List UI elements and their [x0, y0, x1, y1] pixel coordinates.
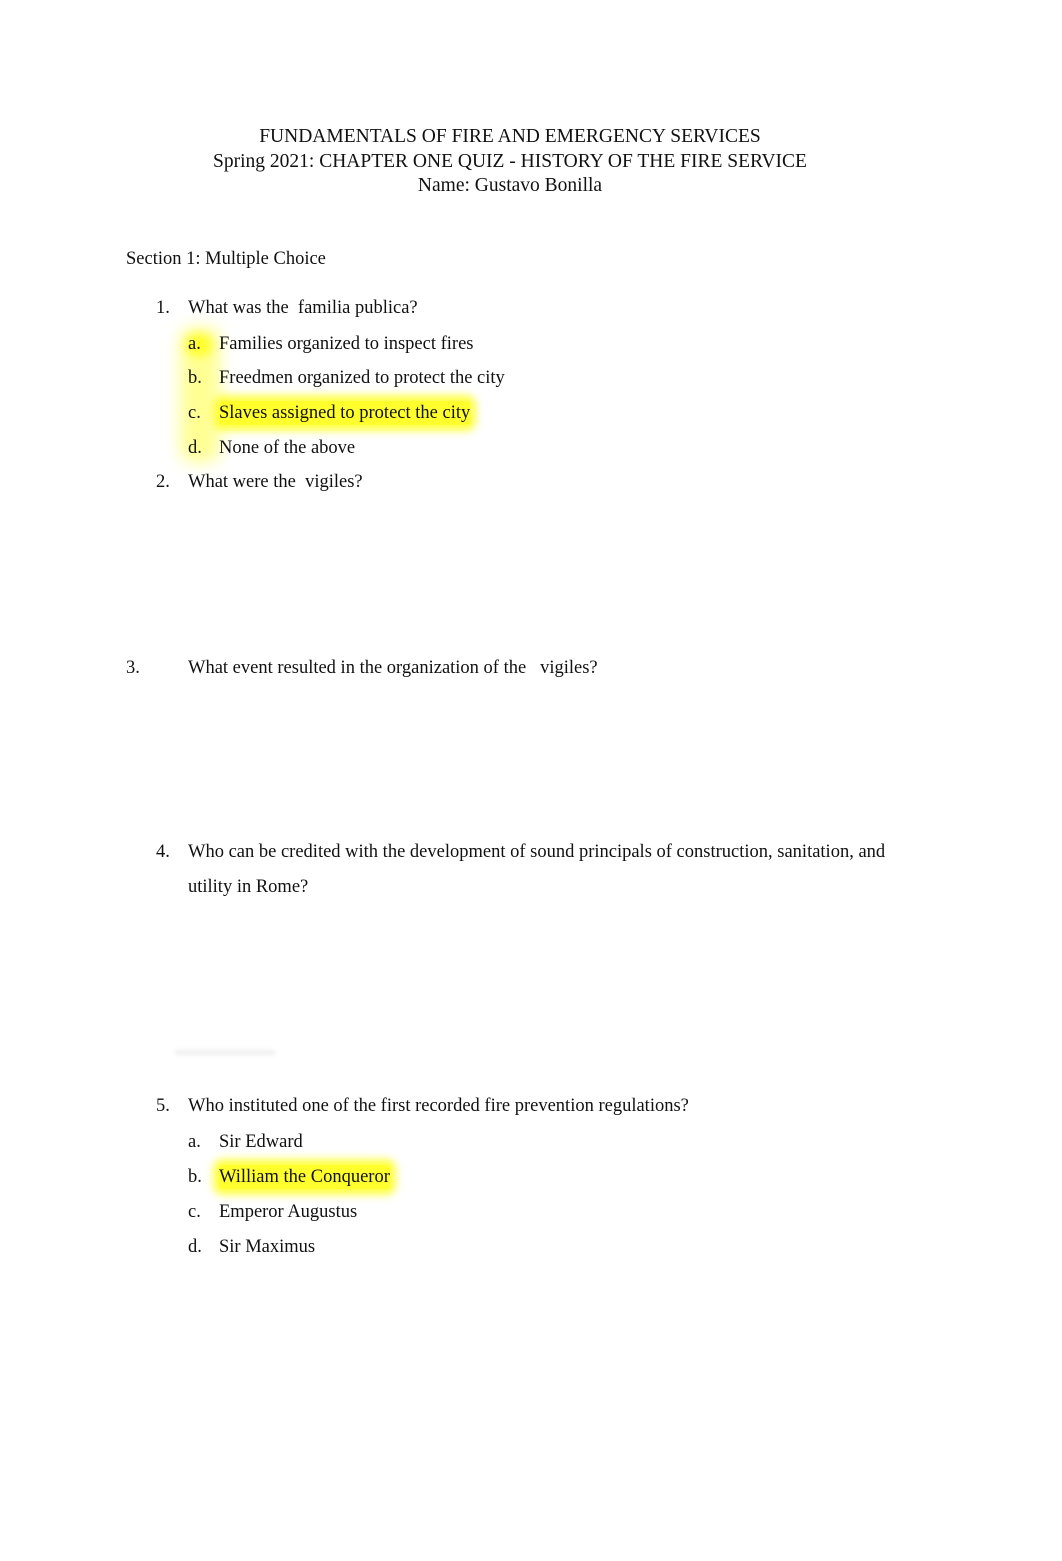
- section-title: Section 1: Multiple Choice: [126, 249, 326, 269]
- question-text: What were the vigiles?: [188, 472, 363, 492]
- question-number: 2.: [156, 472, 170, 492]
- document-header: FUNDAMENTALS OF FIRE AND EMERGENCY SERVI…: [0, 125, 1020, 199]
- option-letter: c.: [188, 403, 201, 423]
- option-text: None of the above: [219, 438, 356, 458]
- option-text: Sir Edward: [219, 1132, 303, 1152]
- scan-smudge: [175, 1050, 275, 1055]
- option-letter: c.: [188, 1202, 201, 1222]
- option-letter: a.: [188, 1132, 201, 1152]
- option-text: Sir Maximus: [219, 1237, 316, 1257]
- option-letter: d.: [188, 438, 202, 458]
- question-text-line2: utility in Rome?: [188, 877, 309, 897]
- question-number: 5.: [156, 1096, 170, 1116]
- course-title: FUNDAMENTALS OF FIRE AND EMERGENCY SERVI…: [259, 126, 761, 147]
- question-text: What was the familia publica?: [188, 298, 418, 318]
- document-page: FUNDAMENTALS OF FIRE AND EMERGENCY SERVI…: [0, 0, 1062, 1561]
- option-text: Families organized to inspect fires: [219, 334, 474, 354]
- option-letter: a.: [188, 334, 201, 354]
- quiz-title: Spring 2021: CHAPTER ONE QUIZ - HISTORY …: [213, 150, 807, 172]
- option-letter: b.: [188, 368, 202, 388]
- option-text-highlighted: William the Conqueror: [219, 1165, 390, 1189]
- option-letter: b.: [188, 1167, 202, 1187]
- question-number: 4.: [156, 842, 170, 862]
- question-text: Who instituted one of the first recorded…: [188, 1096, 689, 1116]
- option-text-highlighted: Slaves assigned to protect the city: [219, 401, 471, 425]
- option-text: Emperor Augustus: [219, 1202, 358, 1222]
- question-number: 3.: [126, 658, 140, 678]
- option-letter: d.: [188, 1237, 202, 1257]
- student-name: Name: Gustavo Bonilla: [417, 175, 603, 196]
- question-text: What event resulted in the organization …: [188, 658, 598, 678]
- option-text: Freedmen organized to protect the city: [219, 368, 505, 388]
- question-text: Who can be credited with the development…: [188, 842, 886, 862]
- question-number: 1.: [156, 298, 170, 318]
